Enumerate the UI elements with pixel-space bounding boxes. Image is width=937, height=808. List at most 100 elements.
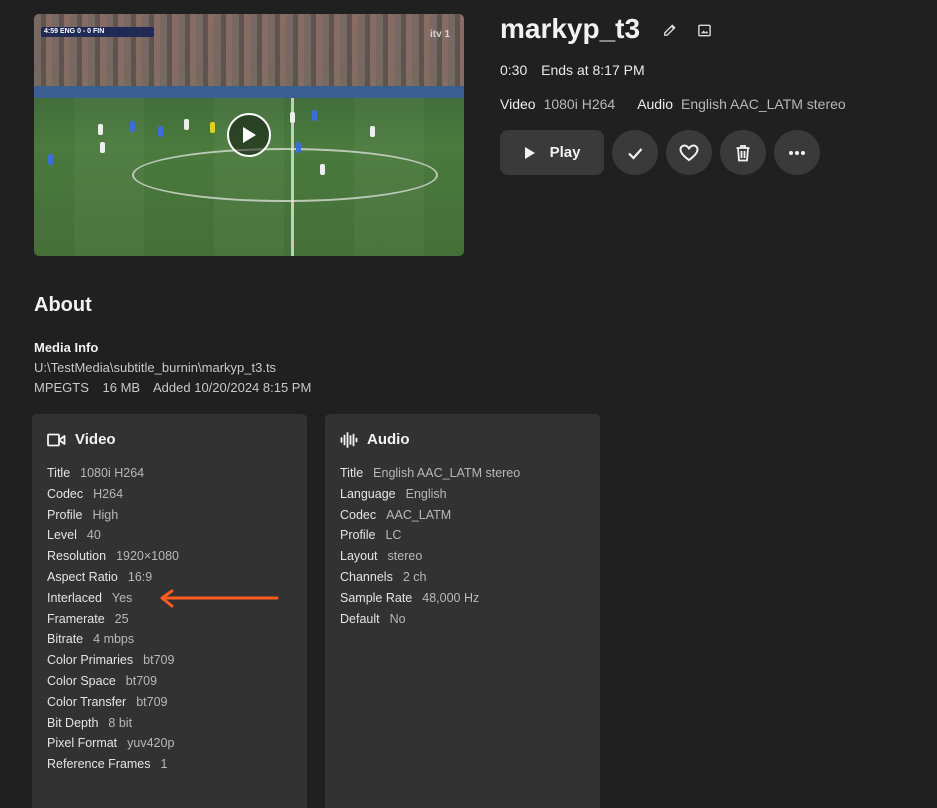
property-value: 1 <box>160 757 168 772</box>
property-row: Sample Rate 48,000 Hz <box>340 588 600 609</box>
property-key: Sample Rate <box>340 590 413 605</box>
property-value: 40 <box>86 528 101 543</box>
property-value: 1080i H264 <box>80 466 145 480</box>
property-value: bt709 <box>136 694 168 709</box>
player <box>320 164 325 175</box>
property-row: Default No <box>340 609 600 630</box>
file-path: U:\TestMedia\subtitle_burnin\markyp_t3.t… <box>34 360 277 375</box>
player <box>48 154 53 165</box>
property-key: Bitrate <box>47 632 84 647</box>
property-row: Codec AAC_LATM <box>340 505 600 526</box>
player <box>100 142 105 153</box>
video-stream-value[interactable]: 1080i H264 <box>544 96 616 112</box>
center-circle <box>132 148 438 202</box>
player <box>312 110 317 121</box>
property-value: Yes <box>111 590 133 605</box>
property-key: Channels <box>340 569 393 584</box>
play-overlay-button[interactable] <box>227 113 271 157</box>
property-value: English <box>405 486 447 501</box>
audio-card-title: Audio <box>367 431 410 448</box>
property-key: Aspect Ratio <box>47 569 118 584</box>
runtime: 0:30 <box>500 62 528 78</box>
audio-waveform-icon <box>340 431 358 448</box>
player <box>210 122 215 133</box>
property-row: Resolution 1920×1080 <box>47 546 307 567</box>
player <box>370 126 375 137</box>
property-value: 48,000 Hz <box>422 590 480 605</box>
property-row: Profile LC <box>340 525 600 546</box>
audio-info-card: Audio Title English AAC_LATM stereo Langua… <box>325 414 600 808</box>
heart-icon <box>679 143 699 161</box>
ends-at: Ends at 8:17 PM <box>541 62 645 78</box>
more-button[interactable] <box>774 130 820 175</box>
video-info-card: Video Title 1080i H264 Codec H264 Profile Hig… <box>32 414 307 808</box>
property-key: Interlaced <box>47 590 102 605</box>
property-row: Title English AAC_LATM stereo <box>340 463 600 484</box>
property-key: Color Primaries <box>47 653 134 668</box>
player <box>290 112 295 123</box>
property-row: Pixel Format yuv420p <box>47 733 307 754</box>
check-icon <box>628 147 643 160</box>
property-row: Color Primaries bt709 <box>47 650 307 671</box>
video-properties: Title 1080i H264 Codec H264 Profile High Level… <box>47 463 307 775</box>
score-hud: 4:59 ENG 0 - 0 FIN <box>41 27 154 37</box>
property-value: 16:9 <box>127 569 153 584</box>
property-value: yuv420p <box>127 736 175 751</box>
video-card-title: Video <box>75 431 116 448</box>
property-value: AAC_LATM <box>386 507 452 522</box>
delete-button[interactable] <box>720 130 766 175</box>
edit-metadata-button[interactable] <box>660 21 678 39</box>
trash-icon <box>736 144 750 161</box>
property-value: English AAC_LATM stereo <box>373 466 521 480</box>
audio-stream-value[interactable]: English AAC_LATM stereo <box>681 96 846 112</box>
property-key: Default <box>340 611 380 626</box>
container-format: MPEGTS <box>34 380 89 395</box>
property-value: No <box>389 611 406 626</box>
player <box>98 124 103 135</box>
property-key: Codec <box>47 486 84 501</box>
pencil-icon <box>663 23 676 36</box>
image-icon <box>697 24 711 36</box>
play-button[interactable]: Play <box>500 130 604 175</box>
property-row: Title 1080i H264 <box>47 463 307 484</box>
page-title: markyp_t3 <box>500 13 641 44</box>
property-value: H264 <box>93 486 124 501</box>
media-info-label: Media Info <box>34 340 99 355</box>
property-key: Layout <box>340 549 378 564</box>
play-icon <box>243 127 256 143</box>
favorite-button[interactable] <box>666 130 712 175</box>
property-row: Framerate 25 <box>47 609 307 630</box>
edit-images-button[interactable] <box>695 21 713 39</box>
property-value: bt709 <box>125 673 158 688</box>
property-value: LC <box>385 528 402 543</box>
player <box>184 119 189 130</box>
property-row: Bit Depth 8 bit <box>47 713 307 734</box>
player <box>296 142 301 153</box>
property-row: Aspect Ratio 16:9 <box>47 567 307 588</box>
property-row: Profile High <box>47 505 307 526</box>
channel-logo: itv 1 <box>430 29 451 40</box>
stadium-stand <box>34 14 464 94</box>
property-key: Color Space <box>47 673 116 688</box>
audio-properties: Title English AAC_LATM stereo Language Engl… <box>340 463 600 629</box>
property-key: Bit Depth <box>47 715 99 730</box>
property-value: stereo <box>387 549 423 564</box>
property-row: Color Space bt709 <box>47 671 307 692</box>
property-row: Level 40 <box>47 525 307 546</box>
property-row: Reference Frames 1 <box>47 754 307 775</box>
property-key: Language <box>340 486 396 501</box>
player <box>158 126 163 137</box>
video-stream-label: Video <box>500 96 536 112</box>
property-value: 4 mbps <box>93 632 135 647</box>
property-value: High <box>92 507 119 522</box>
property-key: Reference Frames <box>47 757 151 772</box>
mark-played-button[interactable] <box>612 130 658 175</box>
more-icon <box>789 150 805 155</box>
video-thumbnail[interactable]: 4:59 ENG 0 - 0 FIN itv 1 <box>34 14 464 256</box>
property-value: 25 <box>114 611 129 626</box>
property-key: Title <box>340 466 364 480</box>
property-row: Color Transfer bt709 <box>47 692 307 713</box>
property-row: Language English <box>340 484 600 505</box>
property-key: Profile <box>47 507 83 522</box>
play-icon <box>524 146 535 159</box>
